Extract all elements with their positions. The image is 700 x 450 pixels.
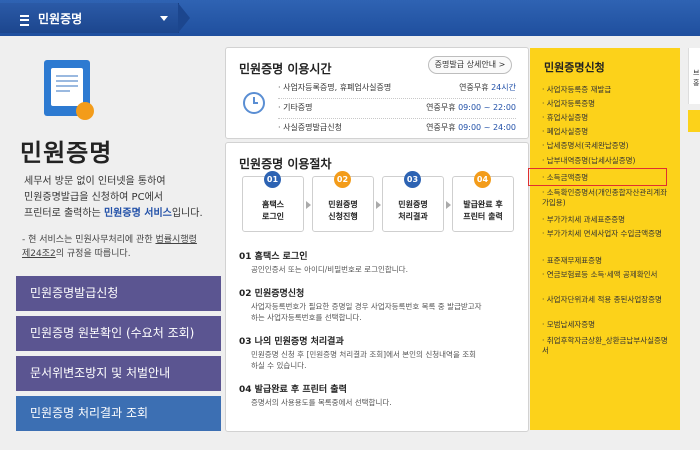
step-card: 03 민원증명 처리결과 (382, 171, 444, 232)
step-description: 공인인증서 또는 아이디/비밀번호로 로그인합니다. (251, 265, 408, 274)
apply-link[interactable]: 사업자등록증 재발급 (542, 85, 672, 95)
edge-panel: 브 홍 (688, 48, 700, 104)
step-heading: 01 홈택스 로그인 (239, 252, 308, 262)
apply-link[interactable]: 사업자단위과세 적용 종된사업장증명 (542, 295, 672, 305)
apply-link[interactable]: 휴업사실증명 (542, 113, 672, 123)
step-card: 02 민원증명 신청진행 (312, 171, 374, 232)
hours-row: · 기타증명 연중무휴 09:00 ~ 22:00 (278, 98, 516, 119)
page-title: 민원증명 (20, 139, 113, 167)
apply-link[interactable]: 폐업사실증명 (542, 127, 672, 137)
hours-row: · 사업자등록증명, 휴폐업사실증명 연중무휴 24시간 (278, 78, 516, 99)
arrow-right-icon (376, 201, 381, 209)
step-card: 01 홈택스 로그인 (242, 171, 304, 232)
dropdown-notch (178, 3, 190, 33)
detail-guide-button[interactable]: 증명발급 상세안내 > (428, 56, 512, 74)
hours-panel: 민원증명 이용시간 증명발급 상세안내 > · 사업자등록증명, 휴폐업사실증명… (225, 47, 529, 139)
arrow-right-icon (306, 201, 311, 209)
apply-link[interactable]: 소득확인증명서(개인종합자산관리계좌 가입용) (542, 188, 672, 208)
apply-link[interactable]: 사업자등록증명 (542, 99, 672, 109)
step-description: 증명서의 사용용도를 목록중에서 선택합니다. (251, 398, 392, 407)
clock-icon (243, 92, 265, 114)
process-title: 민원증명 이용절차 (239, 157, 332, 171)
result-inquiry-button[interactable]: 민원증명 처리결과 조회 (16, 396, 221, 431)
document-icon (44, 60, 94, 120)
menu-icon (20, 15, 29, 26)
forgery-prevention-button[interactable]: 문서위변조방지 및 처벌안내 (16, 356, 221, 391)
menu-dropdown[interactable]: 민원증명 (0, 3, 179, 33)
apply-certificate-button[interactable]: 민원증명발급신청 (16, 276, 221, 311)
hours-title: 민원증명 이용시간 (239, 62, 332, 76)
apply-link[interactable]: 표준재무제표증명 (542, 256, 672, 266)
step-description: 사업자등록번호가 필요한 증명일 경우 사업자등록번호 목록 중 발급받고자 하는… (251, 302, 482, 322)
step-description: 민원증명 신청 후 [민원증명 처리결과 조회]에서 본인의 신청내역을 조회 하… (251, 350, 477, 370)
arrow-right-icon (446, 201, 451, 209)
page-description: 세무서 방문 없이 인터넷을 통하여 민원증명발급을 신청하여 PC에서 프린터… (24, 176, 203, 219)
edge-panel-yellow (688, 110, 700, 132)
apply-link[interactable]: 모범납세자증명 (542, 320, 672, 330)
menu-dropdown-label: 민원증명 (38, 12, 83, 26)
apply-link[interactable]: 부가가치세 과세표준증명 (542, 215, 672, 225)
hours-row: · 사실증명발급신청 연중무휴 09:00 ~ 24:00 (278, 123, 516, 132)
apply-link[interactable]: 취업후학자금상환_상환금납부사실증명서 (542, 336, 672, 356)
step-heading: 02 민원증명신청 (239, 289, 305, 299)
step-heading: 03 나의 민원증명 처리결과 (239, 337, 344, 347)
apply-panel: 민원증명신청 사업자등록증 재발급 사업자등록증명 휴업사실증명 폐업사실증명 … (530, 48, 680, 430)
person-badge-icon (76, 102, 94, 120)
apply-link[interactable]: 부가가치세 면세사업자 수입금액증명 (542, 229, 672, 239)
apply-title: 민원증명신청 (544, 61, 605, 74)
caret-down-icon (160, 16, 168, 21)
apply-link[interactable]: 연금보험료등 소득·세액 공제확인서 (542, 270, 672, 280)
verify-original-button[interactable]: 민원증명 원본확인 (수요처 조회) (16, 316, 221, 351)
step-heading: 04 발급완료 후 프린터 출력 (239, 385, 347, 395)
apply-link[interactable]: 납부내역증명(납세사실증명) (542, 156, 672, 166)
highlight-box (528, 168, 667, 186)
process-panel: 민원증명 이용절차 01 홈택스 로그인 02 민원증명 신청진행 03 민원증명 처… (225, 142, 529, 432)
apply-link[interactable]: 납세증명서(국세완납증명) (542, 141, 672, 151)
top-bar: 민원증명 (0, 0, 700, 36)
step-card: 04 발급완료 후 프린터 출력 (452, 171, 514, 232)
law-note: - 현 서비스는 민원사무처리에 관한 법률시행령 제24조2의 규정을 따릅니… (22, 235, 197, 259)
